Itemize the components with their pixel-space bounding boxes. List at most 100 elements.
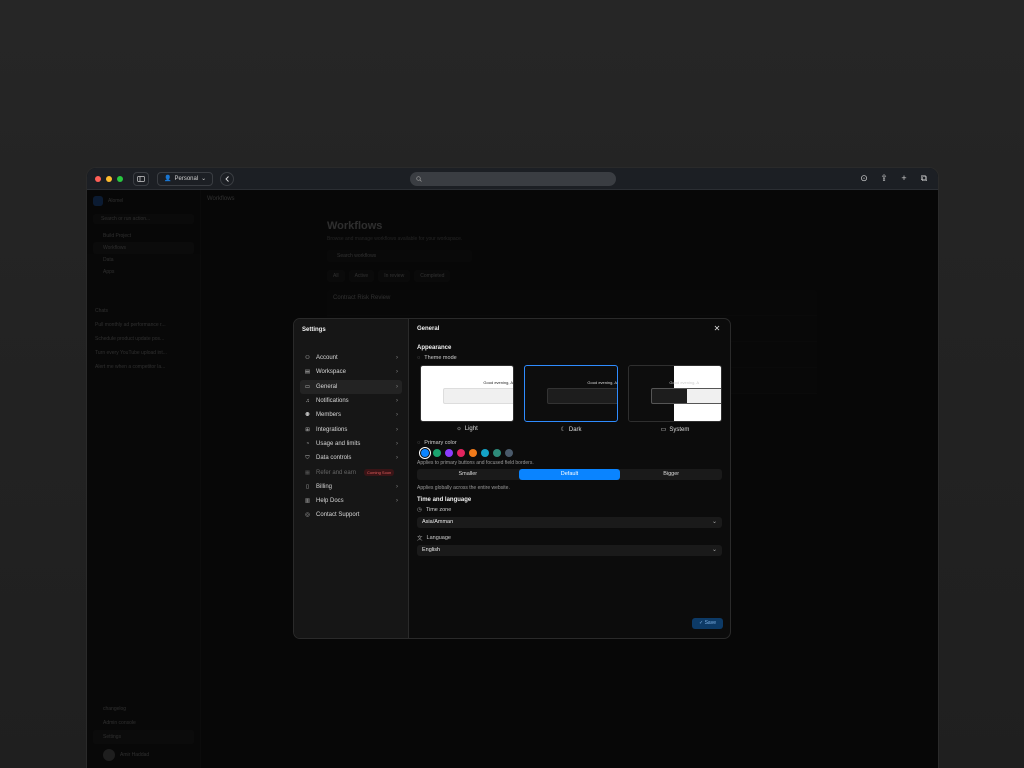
color-swatch[interactable] [481,449,489,457]
preview-input [651,388,721,404]
chevron-right-icon: › [396,355,398,362]
settings-item-label: Workspace [316,369,346,376]
chevron-down-icon: ⌄ [201,176,207,182]
check-icon: ✓ [699,620,704,626]
back-button[interactable] [220,171,235,186]
settings-item-workspace[interactable]: ▤ Workspace › [300,365,402,379]
font-size-bigger[interactable]: Bigger [620,469,722,480]
chevron-down-icon: ⌄ [711,547,717,553]
theme-caption: ☼ Light [420,426,514,432]
theme-mode-text: Theme mode [424,355,457,361]
minimize-window-button[interactable] [106,175,112,182]
chevron-right-icon: › [396,498,398,505]
chevron-right-icon: › [396,440,398,447]
color-swatch[interactable] [469,449,477,457]
new-tab-icon[interactable]: + [898,172,910,184]
help-circle-icon: ◎ [305,512,310,519]
close-icon[interactable]: ✕ [712,324,722,334]
theme-option-light[interactable]: Good evening, A ☼ Light [420,365,514,433]
preview-input [547,388,617,404]
time-zone-select[interactable]: Asia/Amman ⌄ [417,517,722,528]
settings-item-data-controls[interactable]: ⛉ Data controls › [300,451,402,465]
close-window-button[interactable] [95,175,101,182]
settings-title: Settings [302,327,326,333]
color-swatch[interactable] [419,447,431,459]
settings-item-notifications[interactable]: ♫ Notifications › [300,394,402,408]
theme-label: Light [464,426,478,432]
time-zone-label: ◷ Time zone [417,506,722,514]
primary-color-hint: Applies to primary buttons and focused f… [417,460,534,466]
settings-item-label: Account [316,355,338,362]
settings-item-label: Data controls [316,455,352,462]
save-button[interactable]: ✓ Save [692,618,723,629]
profile-label: Personal [174,175,199,182]
settings-item-contact-support[interactable]: ◎ Contact Support [300,508,402,522]
profile-button[interactable]: 👤 Personal ⌄ [157,171,214,186]
user-icon: ⚇ [305,355,310,362]
preview-greeting: Good evening, A [669,380,699,385]
language-value: English [422,547,441,553]
settings-item-members[interactable]: ⚉ Members › [300,408,402,422]
settings-item-account[interactable]: ⚇ Account › [300,351,402,365]
settings-item-general[interactable]: ▭ General › [300,379,402,394]
window-controls [95,175,123,182]
theme-label: System [669,426,690,433]
gift-icon: ▦ [304,469,311,476]
theme-caption: ▭ System [628,426,722,434]
book-icon: ▥ [304,498,311,505]
theme-preview-system: Good evening, A [628,365,722,422]
primary-color-text: Primary color [424,440,457,446]
theme-option-system[interactable]: Good evening, A ▭ System [628,365,722,433]
language-select[interactable]: English ⌄ [417,545,722,556]
font-size-default[interactable]: Default [518,469,621,480]
theme-caption: ☾ Dark [524,426,618,434]
clock-icon: ◷ [417,507,422,513]
tabs-overview-icon[interactable]: ⧉ [918,172,930,184]
color-swatch[interactable] [433,449,441,457]
settings-item-label: General [316,383,338,390]
chevron-right-icon: › [396,426,398,433]
settings-item-label: Usage and limits [316,440,361,447]
color-swatches [417,447,722,459]
time-zone-text: Time zone [425,507,452,513]
preview-greeting: Good evening, A [587,380,617,385]
font-size-hint: Applies globally across the entire websi… [417,485,510,491]
download-icon[interactable]: ⊙ [858,172,870,184]
settings-content: General ✕ Appearance ◌ Theme mode Good e… [409,319,730,638]
color-swatch[interactable] [505,449,513,457]
share-icon[interactable]: ⇪ [878,172,890,184]
save-label: Save [704,620,716,626]
theme-option-dark[interactable]: Good evening, A ☾ Dark [524,365,618,433]
settings-item-label: Integrations [316,426,348,433]
time-language-heading: Time and language [417,497,472,503]
theme-preview-dark: Good evening, A [524,365,618,422]
palette-icon: ◌ [417,355,421,361]
droplet-icon: ◌ [417,440,421,446]
font-size-smaller[interactable]: Smaller [417,469,519,480]
settings-item-integrations[interactable]: ⊞ Integrations › [300,422,402,436]
appearance-heading: Appearance [417,345,452,351]
sidebar-toggle-icon[interactable] [133,171,149,186]
theme-preview-light: Good evening, A [420,365,514,422]
settings-dialog: Settings ⚇ Account › ▤ Workspace › ▭ Gen… [293,318,731,639]
users-icon: ⚉ [305,412,310,419]
primary-color-label: ◌ Primary color [417,439,722,447]
monitor-icon: ▭ [304,383,311,390]
settings-item-usage[interactable]: ◔ Usage and limits › [300,437,402,451]
theme-label: Dark [568,426,582,433]
building-icon: ▤ [304,369,311,376]
shield-icon: ⛉ [305,454,310,461]
browser-titlebar: 👤 Personal ⌄ ⊙ ⇪ + ⧉ [87,168,938,190]
address-bar[interactable] [410,172,616,186]
color-swatch[interactable] [445,449,453,457]
chevron-right-icon: › [396,412,398,419]
section-title: General [417,326,440,332]
color-swatch[interactable] [493,449,501,457]
settings-item-label: Notifications [316,398,349,405]
color-swatch[interactable] [457,449,465,457]
settings-item-help-docs[interactable]: ▥ Help Docs › [300,494,402,508]
maximize-window-button[interactable] [117,175,123,182]
language-text: Language [426,535,451,541]
settings-item-billing[interactable]: ▯ Billing › [300,480,402,494]
bell-icon: ♫ [305,398,310,405]
